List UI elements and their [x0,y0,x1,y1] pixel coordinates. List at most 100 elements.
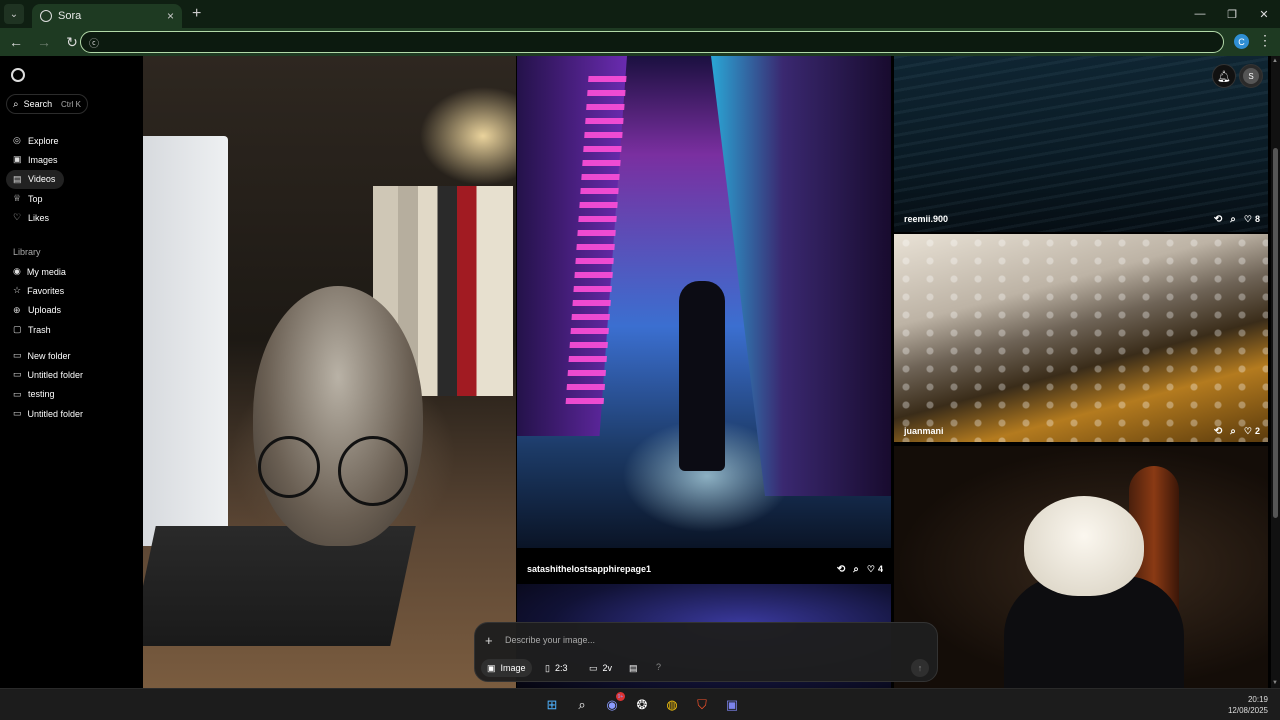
page-scrollbar[interactable]: ▲ ▼ [1271,56,1280,688]
like-count: 8 [1254,214,1260,224]
openai-logo-icon[interactable] [11,68,25,82]
laptop-screen [143,136,228,546]
media-tile-owl[interactable] [143,56,516,688]
new-tab-button[interactable]: + [192,5,201,23]
tab-sora[interactable]: Sora × [32,4,182,28]
profile-avatar[interactable]: C [1234,34,1249,49]
variants-icon: ▭ [589,662,598,673]
maximize-button[interactable]: ❐ [1216,0,1248,28]
sidebar-item-my-media[interactable]: ◉ My media [6,262,66,281]
media-tile-polar-bear[interactable] [894,446,1268,688]
help-icon[interactable]: ? [656,662,661,672]
folder-nav: ▭ New folder ▭ Untitled folder ▭ testing ▭ U… [6,346,136,423]
media-type-label: Image [500,663,526,673]
media-type-selector[interactable]: ▣ Image [481,659,532,677]
browser-menu-icon[interactable]: ⋮ [1258,32,1272,49]
zoom-search-icon[interactable]: ⌕ [853,564,859,575]
submit-button[interactable]: ↑ [911,659,929,677]
tab-close-icon[interactable]: × [167,9,174,23]
aspect-ratio-selector[interactable]: ▯ 2:3 [539,659,573,677]
site-info-icon[interactable]: ⓒ [89,35,99,50]
presets-icon: ▤ [629,662,638,673]
heart-icon: ♡ [1243,425,1252,436]
search-button[interactable]: ⌕ Search Ctrl K [6,94,88,114]
star-icon: ☆ [13,285,22,296]
library-heading: Library [13,247,41,257]
media-tile-neon-city[interactable] [517,56,891,548]
like-button[interactable]: ♡ 4 [867,564,883,575]
card-username[interactable]: juanmani [904,426,944,436]
forward-button[interactable]: → [32,30,56,54]
scrollbar-thumb[interactable] [1273,148,1278,518]
like-count: 2 [1254,426,1260,436]
taskbar-apps: ⊞ ⌕ ◉ 9+ ❂ ◍ ⛉ ▣ [540,692,744,717]
folder-icon: ▭ [13,408,22,419]
heart-icon: ♡ [1243,213,1252,224]
sidebar-item-likes[interactable]: ♡ Likes [6,208,64,227]
sidebar-folder[interactable]: ▭ testing [6,385,64,404]
taskbar-search-icon[interactable]: ⌕ [570,693,594,717]
close-window-button[interactable]: ✕ [1248,0,1280,28]
media-tile-ocean[interactable] [894,56,1268,232]
trash-icon: ▢ [13,324,22,335]
prompt-composer: + Describe your image... ▣ Image ▯ 2:3 ▭… [474,622,938,682]
teams-icon[interactable]: ▣ [720,693,744,717]
scroll-down-icon[interactable]: ▼ [1272,680,1278,686]
sidebar-item-favorites[interactable]: ☆ Favorites [6,281,64,300]
card-username[interactable]: satashithelostsapphirepage1 [527,564,651,574]
zoom-search-icon[interactable]: ⌕ [1230,214,1236,225]
system-clock[interactable]: 20:19 12/08/2025 [1228,694,1268,716]
sidebar-item-label: Trash [28,324,51,335]
aspect-ratio-label: 2:3 [554,663,568,673]
upload-icon: ⊕ [13,304,21,315]
sidebar-item-label: testing [28,389,55,400]
scroll-up-icon[interactable]: ▲ [1272,58,1278,64]
search-shortcut: Ctrl K [61,99,81,109]
trophy-icon: ♕ [13,193,22,204]
back-button[interactable]: ← [4,30,28,54]
variants-selector[interactable]: ▭ 2v [583,659,618,677]
remix-icon[interactable]: ⟲ [1214,426,1222,437]
like-button[interactable]: ♡ 8 [1244,214,1260,225]
tab-search-button[interactable]: ⌄ [4,4,24,24]
sidebar-item-label: New folder [27,350,71,361]
remix-icon[interactable]: ⟲ [837,564,845,575]
search-icon: ⌕ [13,98,19,110]
minimize-button[interactable]: — [1184,0,1216,28]
walking-figure [679,281,725,471]
card-caption: juanmani ⟲ ⌕ ♡ 2 [894,421,1268,441]
sidebar-item-label: Videos [28,174,56,185]
address-input[interactable] [107,34,1107,50]
presets-button[interactable]: ▤ [623,659,644,677]
zoom-search-icon[interactable]: ⌕ [1230,426,1236,437]
main-nav: ◎ Explore ▣ Images ▤ Videos ♕ Top ♡ Likes [6,131,136,227]
chrome-icon[interactable]: ◍ [660,693,684,717]
card-caption: satashithelostsapphirepage1 ⟲ ⌕ ♡ 4 [517,559,891,579]
card-username[interactable]: reemii.900 [904,214,948,224]
openai-app-icon[interactable]: ❂ [630,693,654,717]
brave-icon[interactable]: ⛉ [690,693,714,717]
prompt-input[interactable]: Describe your image... [505,635,595,645]
sidebar-folder[interactable]: ▭ Untitled folder [6,365,83,384]
bell-icon: 🔔︎ [1217,70,1231,83]
media-tile-bottle[interactable] [894,234,1268,442]
windows-start-icon[interactable]: ⊞ [540,693,564,717]
remix-icon[interactable]: ⟲ [1214,214,1222,225]
add-attachment-icon[interactable]: + [485,633,493,648]
sidebar-item-top[interactable]: ♕ Top [6,189,64,208]
address-bar[interactable]: ⓒ [80,31,1224,53]
sidebar-item-uploads[interactable]: ⊕ Uploads [6,301,64,320]
account-avatar-button[interactable]: S [1239,64,1263,88]
sidebar-item-label: Untitled folder [27,408,84,419]
discord-icon[interactable]: ◉ 9+ [600,692,625,717]
sidebar-item-videos[interactable]: ▤ Videos [6,169,64,189]
sidebar-item-trash[interactable]: ▢ Trash [6,320,64,339]
search-label: Search [23,99,53,109]
sidebar-item-images[interactable]: ▣ Images [6,150,64,169]
sidebar-item-explore[interactable]: ◎ Explore [6,131,64,150]
sidebar-folder[interactable]: ▭ Untitled folder [6,404,83,423]
sidebar-folder[interactable]: ▭ New folder [6,346,71,365]
card-caption: reemii.900 ⟲ ⌕ ♡ 8 [894,209,1268,229]
notifications-button[interactable]: 🔔︎ [1212,64,1236,88]
like-button[interactable]: ♡ 2 [1244,426,1260,437]
